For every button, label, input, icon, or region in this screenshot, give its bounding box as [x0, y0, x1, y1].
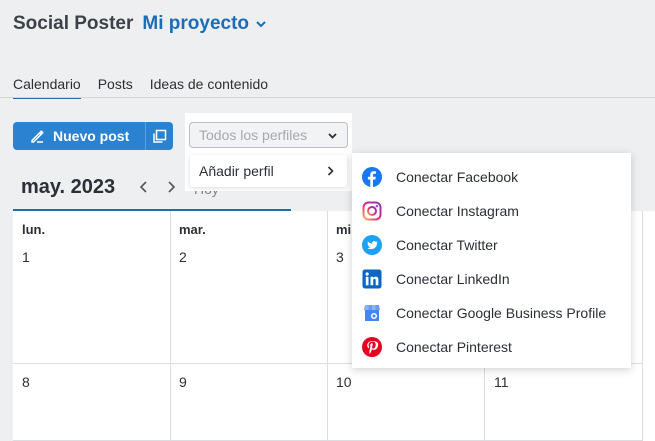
- chevron-down-icon: [328, 133, 337, 139]
- new-post-button-group: Nuevo post: [13, 122, 173, 150]
- tab-bar: Calendario Posts Ideas de contenido: [13, 76, 285, 99]
- project-selector[interactable]: Mi proyecto: [142, 13, 267, 35]
- weekday-header: mi: [336, 222, 352, 237]
- tab-calendario[interactable]: Calendario: [13, 76, 81, 99]
- pencil-icon: [31, 130, 44, 143]
- connect-facebook-label: Conectar Facebook: [396, 169, 519, 185]
- day-number: 3: [336, 249, 344, 265]
- tabs-divider: [0, 97, 655, 98]
- add-profile-label: Añadir perfil: [199, 163, 274, 179]
- day-number: 9: [179, 374, 187, 390]
- calendar-day-cell[interactable]: [171, 364, 328, 441]
- twitter-icon: [362, 235, 382, 255]
- duplicate-post-button[interactable]: [146, 122, 173, 150]
- connect-linkedin-label: Conectar LinkedIn: [396, 271, 510, 287]
- facebook-icon: [362, 167, 382, 187]
- chevron-right-icon: [327, 166, 334, 176]
- day-number: 11: [494, 374, 509, 390]
- day-number: 10: [336, 374, 352, 390]
- tab-ideas[interactable]: Ideas de contenido: [150, 76, 268, 99]
- app-header: Social Poster Mi proyecto: [13, 13, 267, 35]
- new-post-label: Nuevo post: [53, 128, 130, 144]
- profiles-select-value: Todos los perfiles: [199, 127, 308, 143]
- month-underline: [13, 209, 291, 211]
- day-number: 2: [179, 249, 187, 265]
- weekday-header: mar.: [179, 222, 206, 237]
- connect-google-business-item[interactable]: Conectar Google Business Profile: [360, 296, 626, 330]
- copy-icon: [153, 129, 167, 143]
- instagram-icon: [362, 201, 382, 221]
- connect-twitter-label: Conectar Twitter: [396, 237, 498, 253]
- app-title: Social Poster: [13, 13, 134, 34]
- connect-linkedin-item[interactable]: Conectar LinkedIn: [360, 262, 626, 296]
- add-profile-menu-item[interactable]: Añadir perfil: [190, 155, 347, 187]
- connect-pinterest-item[interactable]: Conectar Pinterest: [360, 330, 626, 364]
- connect-facebook-item[interactable]: Conectar Facebook: [360, 160, 626, 194]
- profiles-select[interactable]: Todos los perfiles: [189, 122, 348, 148]
- month-label: may. 2023: [21, 176, 116, 198]
- pinterest-icon: [362, 337, 382, 357]
- connect-google-business-label: Conectar Google Business Profile: [396, 305, 607, 321]
- weekday-header: lun.: [22, 222, 46, 237]
- calendar-day-cell[interactable]: [13, 364, 171, 441]
- chevron-down-icon: [256, 21, 266, 28]
- connect-instagram-item[interactable]: Conectar Instagram: [360, 194, 626, 228]
- connect-profile-submenu: Conectar Facebook Conectar Instagram Con…: [352, 153, 631, 368]
- connect-instagram-label: Conectar Instagram: [396, 203, 519, 219]
- project-name: Mi proyecto: [142, 13, 250, 34]
- google-business-icon: [364, 305, 380, 321]
- chevron-right-icon[interactable]: [165, 180, 177, 194]
- linkedin-icon: [362, 269, 382, 289]
- day-number: 8: [22, 374, 30, 390]
- day-number: 1: [22, 249, 30, 265]
- connect-pinterest-label: Conectar Pinterest: [396, 339, 512, 355]
- chevron-left-icon[interactable]: [138, 180, 150, 194]
- profiles-dropdown-panel: Todos los perfiles Añadir perfil: [185, 113, 352, 191]
- new-post-button[interactable]: Nuevo post: [13, 122, 145, 150]
- connect-twitter-item[interactable]: Conectar Twitter: [360, 228, 626, 262]
- tab-posts[interactable]: Posts: [98, 76, 133, 99]
